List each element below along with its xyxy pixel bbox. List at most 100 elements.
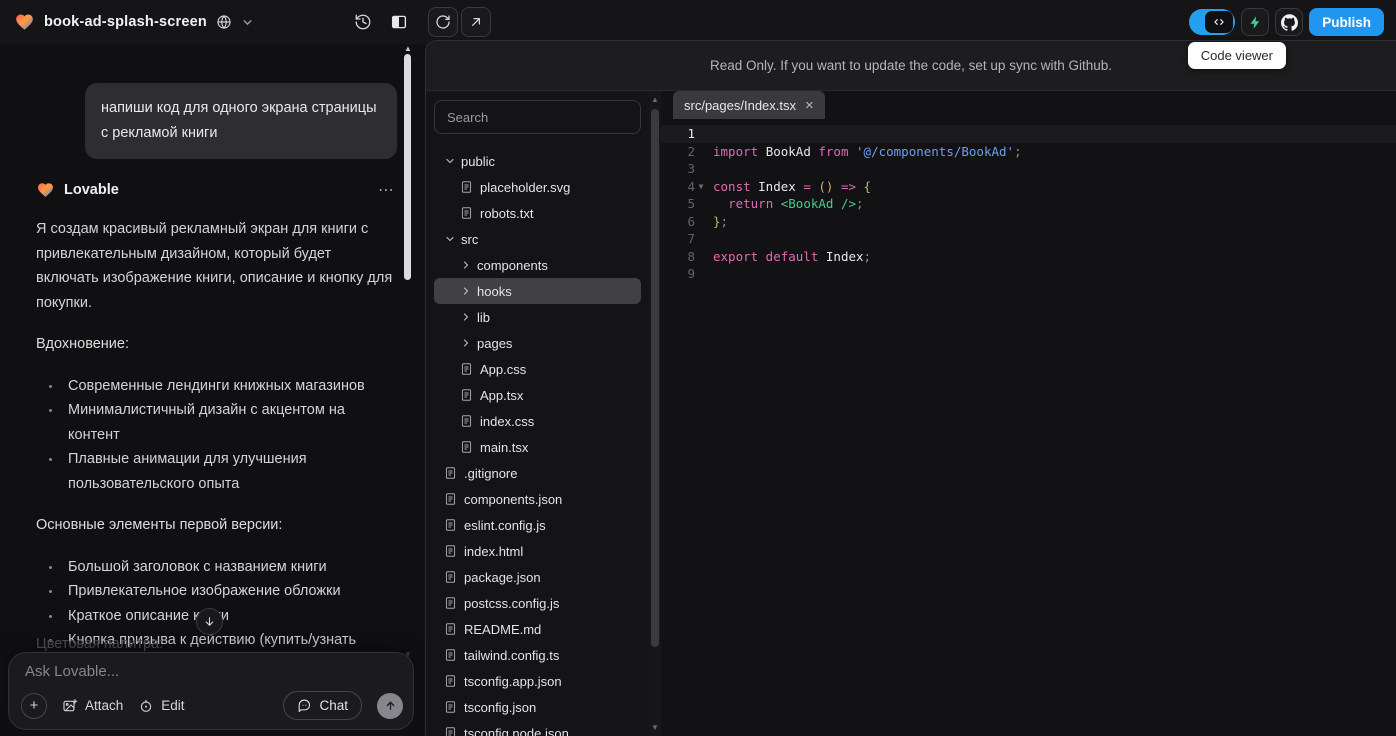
chevron-down-icon[interactable] — [241, 16, 254, 29]
tree-item-eslint-config-js[interactable]: eslint.config.js — [434, 512, 641, 538]
tree-item-app-tsx[interactable]: App.tsx — [434, 382, 641, 408]
attach-button[interactable]: Attach — [62, 698, 123, 714]
tree-item-placeholder-svg[interactable]: placeholder.svg — [434, 174, 641, 200]
code-line-6: 6}; — [661, 213, 1396, 231]
tree-item-label: components — [477, 258, 548, 273]
history-button[interactable] — [348, 7, 378, 37]
tree-item-pages[interactable]: pages — [434, 330, 641, 356]
line-number: 5 — [661, 196, 695, 211]
file-explorer: public placeholder.svgrobots.txtsrc compon… — [426, 91, 649, 736]
tree-item-postcss-config-js[interactable]: postcss.config.js — [434, 590, 641, 616]
project-header: book-ad-splash-screen — [14, 0, 254, 44]
chevron-right-icon — [460, 259, 477, 271]
globe-icon[interactable] — [216, 14, 232, 30]
add-button[interactable]: + — [21, 693, 47, 719]
tree-item-tsconfig-node-json[interactable]: tsconfig.node.json — [434, 720, 641, 736]
tree-item-hooks[interactable]: hooks — [434, 278, 641, 304]
code-line-9: 9 — [661, 265, 1396, 283]
tree-item-label: tsconfig.app.json — [464, 674, 562, 689]
chevron-right-icon — [460, 285, 477, 297]
inspiration-list-wrap: Современные лендинги книжных магазиновМи… — [36, 374, 395, 497]
file-search-input[interactable] — [434, 100, 641, 134]
tree-item-main-tsx[interactable]: main.tsx — [434, 434, 641, 460]
tree-item-label: pages — [477, 336, 512, 351]
file-icon — [444, 492, 464, 506]
tree-item-label: public — [461, 154, 495, 169]
publish-button[interactable]: Publish — [1309, 8, 1384, 36]
tree-item-label: tailwind.config.ts — [464, 648, 559, 663]
tree-scrollbar-down-arrow[interactable]: ▼ — [649, 723, 661, 732]
file-tree: public placeholder.svgrobots.txtsrc compon… — [434, 148, 641, 736]
close-icon[interactable]: × — [805, 98, 814, 113]
tree-item-index-html[interactable]: index.html — [434, 538, 641, 564]
file-icon — [444, 518, 464, 532]
code-text: export default Index; — [707, 249, 871, 264]
refresh-button[interactable] — [428, 7, 458, 37]
tree-item-label: postcss.config.js — [464, 596, 559, 611]
ask-lovable-input[interactable] — [25, 663, 395, 680]
list-item: Краткое описание книги — [62, 604, 395, 629]
fold-chevron-icon[interactable]: ▼ — [695, 182, 707, 191]
send-button[interactable] — [377, 693, 403, 719]
tree-item-label: tsconfig.json — [464, 700, 536, 715]
tree-scrollbar-thumb[interactable] — [651, 109, 659, 647]
list-item: Минималистичный дизайн с акцентом на кон… — [62, 398, 395, 447]
chat-scrollbar-up-arrow[interactable]: ▲ — [404, 44, 412, 53]
more-icon[interactable]: ⋯ — [378, 180, 395, 200]
tree-item-src[interactable]: src — [434, 226, 641, 252]
tree-item-robots-txt[interactable]: robots.txt — [434, 200, 641, 226]
tree-item-label: components.json — [464, 492, 562, 507]
code-line-2: 2import BookAd from '@/components/BookAd… — [661, 143, 1396, 161]
list-item: Привлекательное изображение обложки — [62, 579, 395, 604]
tree-item-label: hooks — [477, 284, 512, 299]
sidebar-toggle-button[interactable] — [384, 7, 414, 37]
tree-item-app-css[interactable]: App.css — [434, 356, 641, 382]
github-button[interactable] — [1275, 8, 1303, 36]
scroll-to-bottom-button[interactable] — [196, 608, 223, 635]
editor-tab[interactable]: src/pages/Index.tsx × — [673, 91, 825, 119]
open-in-new-button[interactable] — [461, 7, 491, 37]
tree-item-label: lib — [477, 310, 490, 325]
tree-item-label: eslint.config.js — [464, 518, 546, 533]
chevron-right-icon — [460, 337, 477, 349]
tree-item-components-json[interactable]: components.json — [434, 486, 641, 512]
tree-item-tailwind-config-ts[interactable]: tailwind.config.ts — [434, 642, 641, 668]
tree-item-package-json[interactable]: package.json — [434, 564, 641, 590]
chat-mode-button[interactable]: Chat — [283, 691, 362, 720]
user-message-bubble: напиши код для одного экрана страницы с … — [85, 83, 397, 159]
lovable-heart-icon — [36, 181, 55, 199]
file-icon — [444, 596, 464, 610]
editor-tabbar: src/pages/Index.tsx × — [661, 91, 1396, 119]
line-number: 1 — [661, 126, 695, 141]
file-icon — [444, 570, 464, 584]
tree-item-label: main.tsx — [480, 440, 528, 455]
assistant-intro: Я создам красивый рекламный экран для кн… — [36, 217, 395, 315]
chat-scrollbar[interactable] — [404, 54, 411, 280]
tree-item--gitignore[interactable]: .gitignore — [434, 460, 641, 486]
supabase-bolt-button[interactable] — [1241, 8, 1269, 36]
code-editor: src/pages/Index.tsx × 1 2import BookAd fr… — [661, 91, 1396, 736]
chevron-right-icon — [460, 311, 477, 323]
prompt-card: + Attach Edit Chat — [8, 652, 414, 730]
list-item: Современные лендинги книжных магазинов — [62, 374, 395, 399]
tree-scrollbar-up-arrow[interactable]: ▲ — [649, 95, 661, 104]
tree-item-lib[interactable]: lib — [434, 304, 641, 330]
code-text: const Index = () => { — [707, 179, 871, 194]
tree-item-readme-md[interactable]: README.md — [434, 616, 641, 642]
line-number: 4 — [661, 179, 695, 194]
tree-item-public[interactable]: public — [434, 148, 641, 174]
chevron-down-icon — [444, 233, 461, 245]
target-icon — [138, 698, 154, 714]
assistant-name: Lovable — [64, 182, 369, 198]
tree-item-index-css[interactable]: index.css — [434, 408, 641, 434]
prompt-toolbar: + Attach Edit Chat — [21, 691, 403, 720]
tree-item-tsconfig-json[interactable]: tsconfig.json — [434, 694, 641, 720]
tree-item-label: tsconfig.node.json — [464, 726, 569, 736]
edit-button[interactable]: Edit — [138, 698, 184, 714]
code-viewer-toggle[interactable] — [1189, 9, 1235, 35]
tree-item-label: .gitignore — [464, 466, 517, 481]
tree-item-components[interactable]: components — [434, 252, 641, 278]
tree-item-tsconfig-app-json[interactable]: tsconfig.app.json — [434, 668, 641, 694]
line-number: 8 — [661, 249, 695, 264]
file-tree-scrollbar[interactable]: ▲ ▼ — [649, 91, 661, 736]
